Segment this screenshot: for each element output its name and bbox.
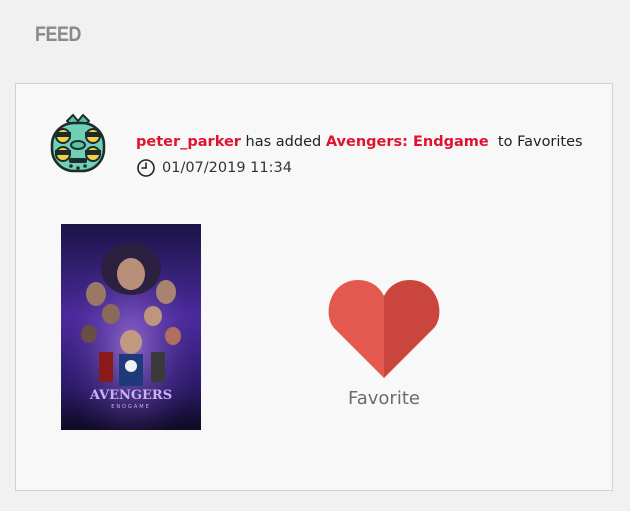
poster-subtitle-art: ENDGAME	[111, 404, 151, 410]
feed-card: peter_parker has added Avengers: Endgame…	[15, 83, 613, 491]
suffix-text: to Favorites	[497, 134, 583, 150]
poster-title-art: AVENGERS	[89, 388, 172, 403]
heart-icon[interactable]	[328, 278, 440, 378]
timestamp: 01/07/2019 11:34	[136, 158, 292, 178]
user-link[interactable]: peter_parker	[136, 134, 241, 150]
feed-title: FEED	[35, 23, 81, 46]
action-text: has added	[245, 134, 322, 150]
activity-text: peter_parker has added Avengers: Endgame…	[136, 134, 583, 150]
movie-poster[interactable]: AVENGERS ENDGAME	[61, 224, 201, 430]
timestamp-text: 01/07/2019 11:34	[162, 160, 292, 176]
clock-icon	[137, 159, 155, 177]
avatar[interactable]	[47, 114, 109, 176]
favorite-label: Favorite	[348, 388, 420, 409]
movie-link[interactable]: Avengers: Endgame	[326, 134, 489, 150]
